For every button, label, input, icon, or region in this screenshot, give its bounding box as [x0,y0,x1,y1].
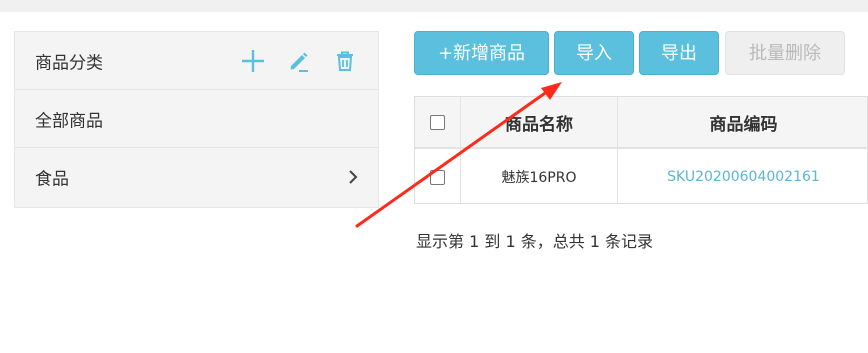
product-name-cell: 魅族16PRO [461,149,618,203]
column-header-label: 商品名称 [505,114,573,135]
top-bar [0,0,868,12]
header-checkbox-cell [415,97,461,147]
batch-delete-button[interactable]: 批量删除 [725,31,845,75]
table-row: 魅族16PRO SKU20200604002161 [415,149,867,203]
product-code-cell: SKU20200604002161 [618,149,867,203]
pagination-summary: 显示第 1 到 1 条，总共 1 条记录 [416,232,654,251]
column-header-name[interactable]: 商品名称 [461,97,618,147]
category-header-label: 商品分类 [35,53,103,73]
category-actions [240,48,358,74]
chevron-right-icon [349,170,358,184]
category-header: 商品分类 [15,32,378,90]
category-item-food[interactable]: 食品 [15,148,378,206]
plus-icon[interactable] [240,48,266,74]
select-all-checkbox[interactable] [430,114,445,130]
column-header-code[interactable]: 商品编码 [618,97,867,147]
row-checkbox[interactable] [430,169,445,185]
table-header: 商品名称 商品编码 [415,97,867,149]
trash-icon[interactable] [332,48,358,74]
product-table: 商品名称 商品编码 魅族16PRO SKU20200604002161 [414,96,868,204]
column-header-label: 商品编码 [709,114,778,135]
product-name: 魅族16PRO [501,170,577,186]
category-item-all[interactable]: 全部商品 [15,90,378,148]
add-product-button[interactable]: +新增商品 [414,31,549,75]
edit-icon[interactable] [286,48,312,74]
category-item-label: 全部商品 [35,111,103,131]
row-checkbox-cell [415,149,461,203]
export-button[interactable]: 导出 [639,31,719,75]
category-panel: 商品分类 全部商品 食品 [14,31,379,208]
import-button[interactable]: 导入 [554,31,634,75]
product-code-link[interactable]: SKU20200604002161 [667,169,820,185]
category-item-label: 食品 [35,169,69,190]
